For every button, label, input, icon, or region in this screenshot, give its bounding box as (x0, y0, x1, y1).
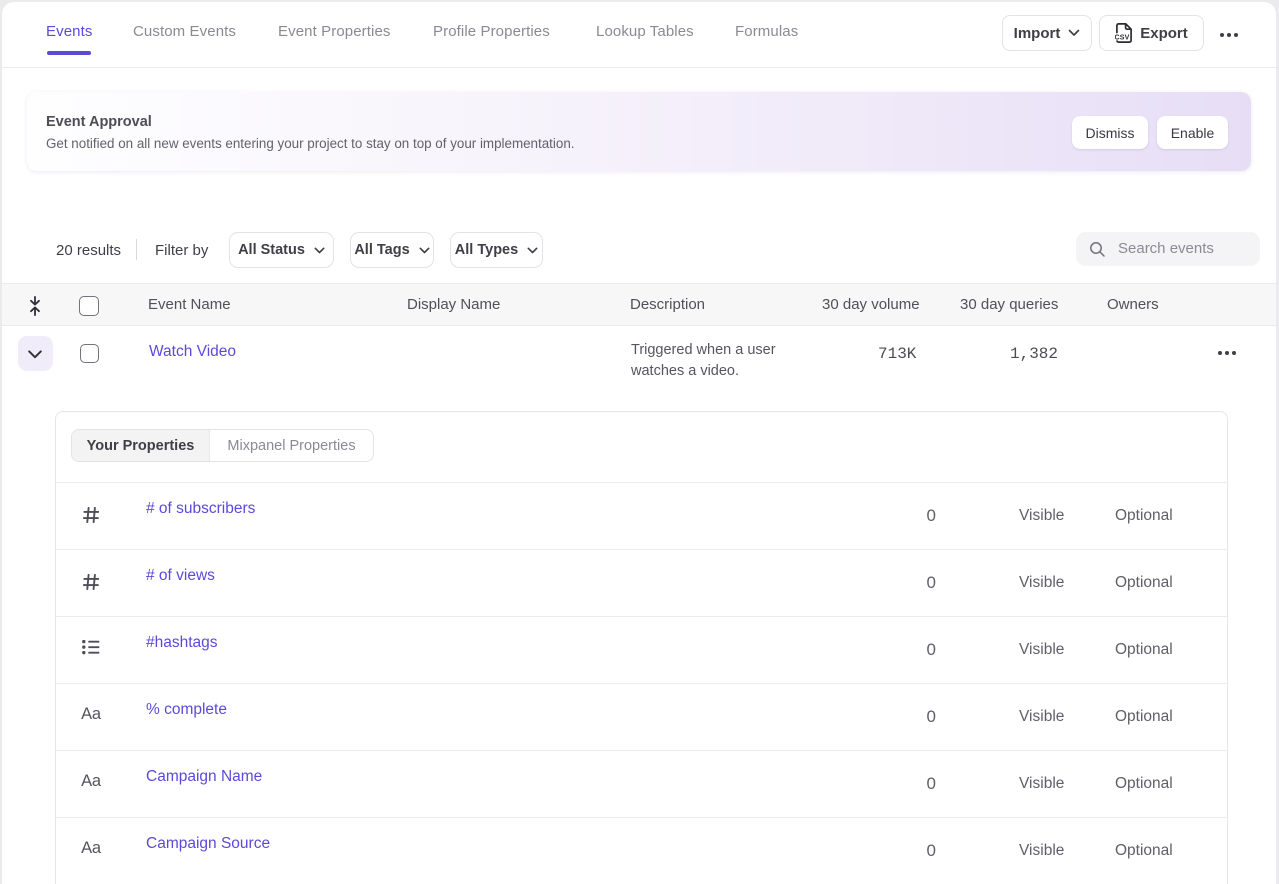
svg-text:CSV: CSV (1115, 34, 1130, 41)
